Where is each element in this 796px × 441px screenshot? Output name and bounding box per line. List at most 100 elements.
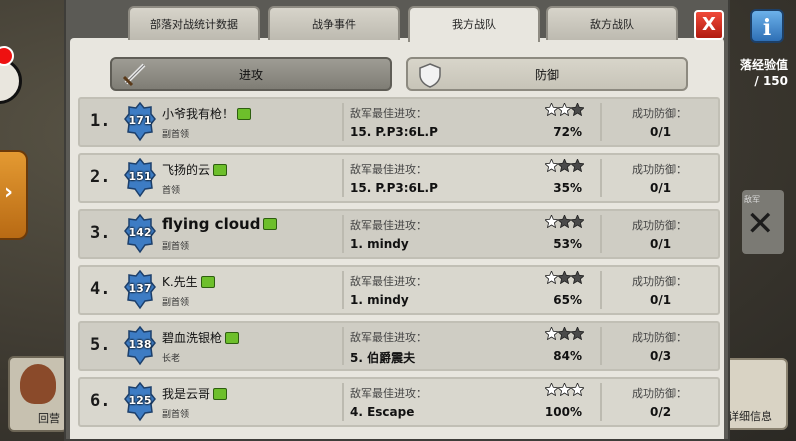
attack-tab-label: 进攻 bbox=[238, 68, 263, 82]
tab-enemy-team[interactable]: 敌方战队 bbox=[546, 6, 678, 40]
member-row[interactable]: 2. 151 飞扬的云 首领 敌军最佳进攻： 15. P.P3:6L.P 35%… bbox=[78, 153, 720, 203]
attack-defense-toggle: 进攻 防御 bbox=[110, 57, 690, 91]
divider bbox=[342, 383, 344, 421]
close-icon: X bbox=[702, 14, 716, 35]
info-button[interactable]: i bbox=[750, 9, 784, 43]
tab-war-stats[interactable]: 部落对战统计数据 bbox=[128, 6, 260, 40]
member-row[interactable]: 6. 125 我是云哥 副首领 敌军最佳进攻： 4. Escape 100% 成… bbox=[78, 377, 720, 427]
best-attack-target: 1. mindy bbox=[350, 237, 409, 251]
member-row[interactable]: 3. 142 flying cloud 副首领 敌军最佳进攻： 1. mindy… bbox=[78, 209, 720, 259]
level-value: 151 bbox=[128, 170, 152, 183]
chat-icon[interactable] bbox=[200, 275, 215, 288]
member-name-line: 我是云哥 bbox=[162, 385, 228, 402]
level-badge: 138 bbox=[124, 326, 156, 366]
level-value: 138 bbox=[128, 338, 152, 351]
member-rank: 1. bbox=[90, 111, 111, 131]
defense-count: 0/2 bbox=[650, 405, 672, 419]
sword-icon bbox=[122, 63, 146, 87]
defense-label: 成功防御： bbox=[632, 387, 687, 400]
destruction-percent: 65% bbox=[553, 293, 582, 307]
best-attack-label: 敌军最佳进攻： bbox=[350, 219, 427, 232]
star-rating bbox=[545, 159, 585, 172]
divider bbox=[342, 103, 344, 141]
best-attack-label: 敌军最佳进攻： bbox=[350, 275, 427, 288]
chat-icon[interactable] bbox=[225, 331, 240, 344]
character-portrait bbox=[20, 364, 56, 404]
best-attack-target: 15. P.P3:6L.P bbox=[350, 181, 438, 195]
member-name-line: 飞扬的云 bbox=[162, 161, 228, 178]
member-rank: 2. bbox=[90, 167, 111, 187]
defense-count: 0/1 bbox=[650, 237, 672, 251]
destruction-percent: 100% bbox=[544, 405, 582, 419]
member-name-line: 小爷我有枪！ bbox=[162, 105, 252, 122]
member-role: 副首领 bbox=[162, 130, 190, 140]
star-filled-icon bbox=[545, 271, 558, 284]
member-rank: 6. bbox=[90, 391, 111, 411]
star-empty-icon bbox=[558, 159, 571, 172]
member-name: 我是云哥 bbox=[162, 387, 211, 401]
star-empty-icon bbox=[571, 271, 584, 284]
member-role: 副首领 bbox=[162, 242, 190, 252]
star-empty-icon bbox=[558, 327, 571, 340]
return-home-label: 回营 bbox=[38, 412, 60, 425]
member-name: 碧血洗银枪 bbox=[162, 331, 223, 345]
star-rating bbox=[545, 103, 585, 116]
member-row[interactable]: 5. 138 碧血洗银枪 长老 敌军最佳进攻： 5. 伯爵震夫 84% 成功防御… bbox=[78, 321, 720, 371]
return-home-card[interactable]: 回营 bbox=[8, 356, 68, 432]
details-card[interactable]: 详细信息 bbox=[722, 358, 788, 430]
defense-label: 成功防御： bbox=[632, 219, 687, 232]
divider bbox=[342, 271, 344, 309]
clan-xp-readout: 落经验值 / 150 bbox=[740, 57, 788, 89]
tab-my-team[interactable]: 我方战队 bbox=[408, 6, 540, 42]
tab-war-events[interactable]: 战争事件 bbox=[268, 6, 400, 40]
star-filled-icon bbox=[558, 103, 571, 116]
member-rank: 4. bbox=[90, 279, 111, 299]
member-name: K.先生 bbox=[162, 275, 198, 289]
member-row[interactable]: 1. 171 小爷我有枪！ 副首领 敌军最佳进攻： 15. P.P3:6L.P … bbox=[78, 97, 720, 147]
star-empty-icon bbox=[558, 215, 571, 228]
chat-icon[interactable] bbox=[213, 163, 228, 176]
defense-count: 0/1 bbox=[650, 181, 672, 195]
chat-icon[interactable] bbox=[213, 387, 228, 400]
chat-icon[interactable] bbox=[237, 107, 252, 120]
defense-tab-button[interactable]: 防御 bbox=[406, 57, 688, 91]
enemy-indicator: 敌军 ✕ bbox=[742, 190, 784, 254]
destruction-percent: 53% bbox=[553, 237, 582, 251]
member-row[interactable]: 4. 137 K.先生 副首领 敌军最佳进攻： 1. mindy 65% 成功防… bbox=[78, 265, 720, 315]
attack-tab-button[interactable]: 进攻 bbox=[110, 57, 392, 91]
divider bbox=[600, 271, 602, 309]
star-filled-icon bbox=[545, 327, 558, 340]
divider bbox=[342, 159, 344, 197]
defense-tab-label: 防御 bbox=[534, 68, 559, 82]
war-panel: 部落对战统计数据 战争事件 我方战队 敌方战队 X 进攻 防御 1. 171 小… bbox=[64, 0, 730, 441]
level-badge: 151 bbox=[124, 158, 156, 198]
member-rank: 5. bbox=[90, 335, 111, 355]
best-attack-target: 15. P.P3:6L.P bbox=[350, 125, 438, 139]
member-role: 副首领 bbox=[162, 410, 190, 420]
star-rating bbox=[545, 215, 585, 228]
level-value: 137 bbox=[128, 282, 152, 295]
star-rating bbox=[545, 327, 585, 340]
best-attack-label: 敌军最佳进攻： bbox=[350, 387, 427, 400]
level-value: 171 bbox=[128, 114, 152, 127]
side-expand-tab[interactable]: › bbox=[0, 150, 28, 240]
star-empty-icon bbox=[571, 103, 584, 116]
close-button[interactable]: X bbox=[694, 10, 724, 40]
destruction-percent: 72% bbox=[553, 125, 582, 139]
star-empty-icon bbox=[571, 215, 584, 228]
level-value: 142 bbox=[128, 226, 152, 239]
member-rank: 3. bbox=[90, 223, 111, 243]
divider bbox=[600, 103, 602, 141]
level-badge: 171 bbox=[124, 102, 156, 142]
star-filled-icon bbox=[545, 383, 558, 396]
star-filled-icon bbox=[558, 383, 571, 396]
divider bbox=[600, 327, 602, 365]
best-attack-label: 敌军最佳进攻： bbox=[350, 107, 427, 120]
info-icon: i bbox=[762, 15, 772, 41]
clan-xp-label: 落经验值 bbox=[739, 58, 788, 72]
divider bbox=[600, 383, 602, 421]
member-role: 副首领 bbox=[162, 298, 190, 308]
chat-icon[interactable] bbox=[263, 217, 278, 230]
best-attack-target: 1. mindy bbox=[350, 293, 409, 307]
star-filled-icon bbox=[571, 383, 584, 396]
